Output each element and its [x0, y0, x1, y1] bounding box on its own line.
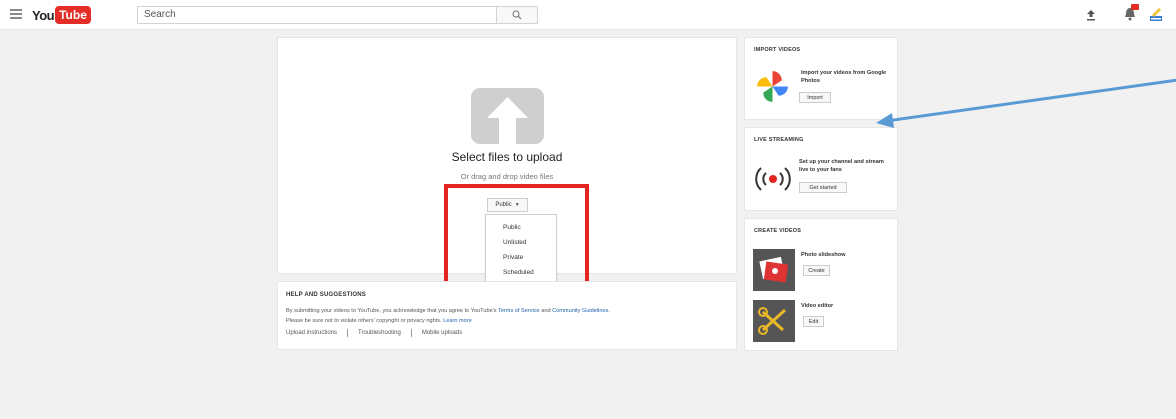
troubleshooting-link[interactable]: Troubleshooting: [358, 330, 401, 336]
community-guidelines-link[interactable]: Community Guidelines: [552, 308, 608, 314]
help-text-4: Please be sure not to violate others' co…: [286, 318, 444, 324]
masthead: You Tube Search: [0, 0, 1176, 30]
search-icon: [512, 10, 522, 20]
logo-tube-text: Tube: [55, 6, 91, 24]
help-text-3: .: [608, 308, 610, 314]
divider: [410, 329, 412, 337]
photo-slideshow-icon: [759, 256, 789, 283]
help-panel: HELP AND SUGGESTIONS By submitting your …: [277, 281, 737, 350]
create-videos-panel: CREATE VIDEOS Photo slideshow Create Vid…: [744, 218, 898, 351]
avatar[interactable]: [1149, 6, 1163, 22]
help-title: HELP AND SUGGESTIONS: [286, 292, 367, 298]
google-photos-icon: [757, 71, 788, 102]
scissors-icon: [758, 307, 787, 335]
video-editor-label: Video editor: [801, 303, 834, 309]
search-input[interactable]: Search: [137, 6, 497, 24]
learn-more-link[interactable]: Learn more: [443, 318, 472, 324]
get-started-button[interactable]: Get started: [799, 182, 847, 193]
mobile-uploads-link[interactable]: Mobile uploads: [422, 330, 462, 336]
edit-button[interactable]: Edit: [803, 316, 824, 327]
help-text: By submitting your videos to YouTube, yo…: [286, 306, 728, 326]
help-text-1: By submitting your videos to YouTube, yo…: [286, 308, 499, 314]
help-text-2: and: [539, 308, 553, 314]
logo-you-text: You: [32, 7, 55, 23]
upload-instructions-link[interactable]: Upload instructions: [286, 330, 337, 336]
import-videos-title: IMPORT VIDEOS: [754, 47, 801, 53]
live-streaming-text: Set up your channel and stream live to y…: [799, 159, 884, 173]
live-broadcast-icon: [755, 167, 791, 191]
menu-icon[interactable]: [10, 9, 22, 20]
notification-badge: [1131, 4, 1139, 10]
highlight-annotation-box: [444, 184, 589, 293]
upload-subtitle: Or drag and drop video files: [460, 172, 554, 181]
terms-of-service-link[interactable]: Terms of Service: [498, 308, 540, 314]
photo-slideshow-thumbnail[interactable]: [753, 249, 795, 291]
live-streaming-title: LIVE STREAMING: [754, 137, 804, 143]
create-button[interactable]: Create: [803, 265, 830, 276]
upload-arrow-icon[interactable]: [471, 88, 544, 144]
video-editor-thumbnail[interactable]: [753, 300, 795, 342]
upload-title: Select files to upload: [451, 150, 563, 164]
create-videos-title: CREATE VIDEOS: [754, 228, 802, 234]
photo-slideshow-label: Photo slideshow: [801, 252, 846, 258]
divider: [347, 329, 349, 337]
live-streaming-panel: LIVE STREAMING Set up your channel and s…: [744, 127, 898, 211]
import-button[interactable]: Import: [799, 92, 831, 103]
help-links: Upload instructions Troubleshooting Mobi…: [286, 329, 728, 337]
annotation-arrow-icon: [876, 78, 1176, 128]
youtube-logo[interactable]: You Tube: [32, 6, 91, 24]
upload-icon[interactable]: [1086, 9, 1096, 21]
search-button[interactable]: [496, 6, 538, 24]
